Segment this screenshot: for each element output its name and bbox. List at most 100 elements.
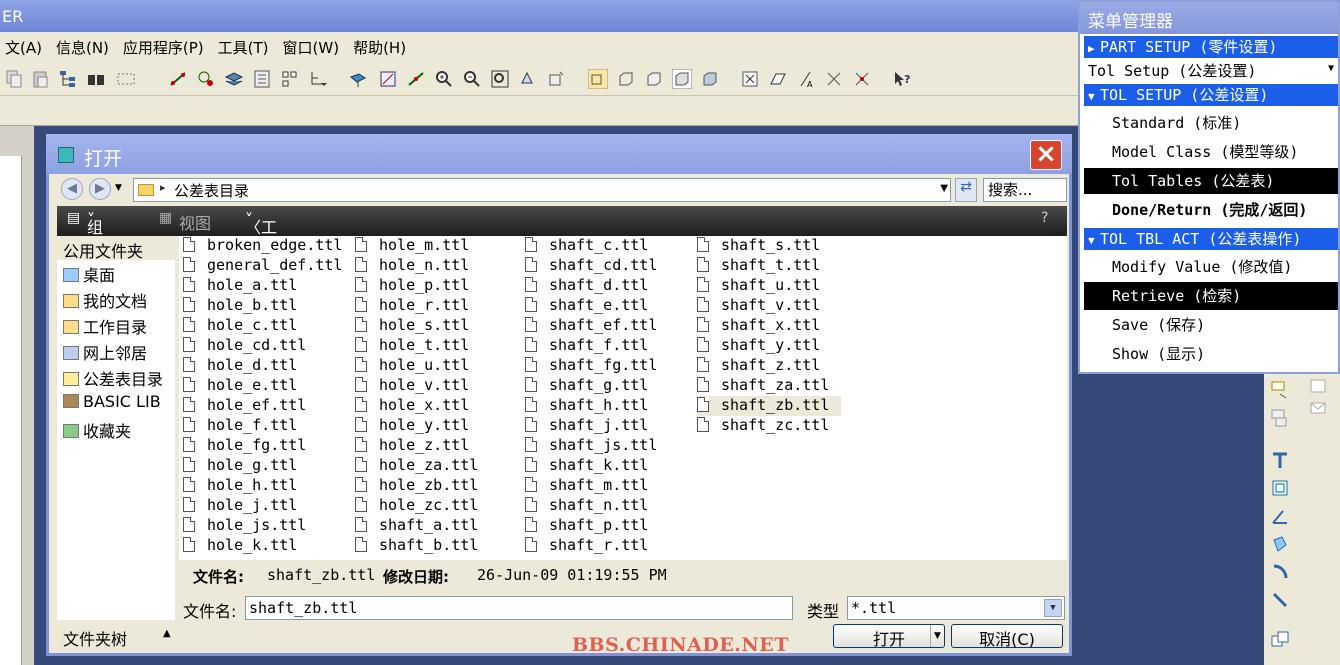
edge-icon[interactable]	[1270, 590, 1290, 610]
menu-info[interactable]: 信息(N)	[56, 37, 109, 58]
tol-tbl-act-header[interactable]: ▼ TOL TBL ACT (公差表操作)	[1084, 228, 1338, 250]
close-button[interactable]: ×	[1030, 140, 1062, 170]
menu-file[interactable]: 文(A)	[5, 37, 42, 58]
file-item[interactable]: hole_x.ttl	[355, 396, 519, 416]
wireframe-icon[interactable]	[587, 68, 609, 90]
datum-feature-icon[interactable]	[1270, 450, 1290, 470]
file-item[interactable]: hole_b.ttl	[183, 296, 349, 316]
address-dropdown-icon[interactable]: ▼	[940, 183, 948, 194]
file-item[interactable]: hole_za.ttl	[355, 456, 519, 476]
forward-button[interactable]: ▶	[89, 178, 111, 200]
file-item[interactable]: hole_k.ttl	[183, 536, 349, 556]
spin-icon[interactable]	[348, 69, 368, 89]
tools-button[interactable]: 〈工具〉工具 ˅	[245, 210, 277, 285]
menu-item-retrieve[interactable]: Retrieve (检索)	[1084, 282, 1338, 310]
menu-item-tol-tables[interactable]: Tol Tables (公差表)	[1084, 168, 1338, 194]
file-item[interactable]: shaft_r.ttl	[525, 536, 691, 556]
file-item[interactable]: shaft_s.ttl	[697, 236, 841, 256]
file-item[interactable]: shaft_d.ttl	[525, 276, 691, 296]
mail-icon[interactable]	[1308, 398, 1328, 418]
file-item[interactable]: hole_u.ttl	[355, 356, 519, 376]
file-item[interactable]: shaft_h.ttl	[525, 396, 691, 416]
hidden-line-icon[interactable]	[616, 69, 636, 89]
file-item[interactable]: hole_g.ttl	[183, 456, 349, 476]
datum-axis-icon[interactable]	[168, 69, 188, 89]
enhanced-shading-icon[interactable]	[700, 69, 720, 89]
file-item[interactable]: hole_h.ttl	[183, 476, 349, 496]
file-item[interactable]: shaft_c.ttl	[525, 236, 691, 256]
file-item[interactable]: shaft_j.ttl	[525, 416, 691, 436]
filename-input[interactable]: shaft_zb.ttl	[245, 596, 793, 620]
file-item[interactable]: shaft_m.ttl	[525, 476, 691, 496]
open-button[interactable]: 打开 ▼	[833, 624, 945, 649]
menu-item-done-return[interactable]: Done/Return (完成/返回)	[1084, 199, 1338, 221]
csys-icon[interactable]	[852, 69, 872, 89]
paste-icon[interactable]	[30, 69, 50, 89]
file-item[interactable]: shaft_ef.ttl	[525, 316, 691, 336]
select-box-icon[interactable]	[116, 69, 136, 89]
file-item[interactable]: hole_p.ttl	[355, 276, 519, 296]
zoom-in-icon[interactable]	[434, 69, 454, 89]
zoom-out-icon[interactable]	[462, 69, 482, 89]
menu-tools[interactable]: 工具(T)	[218, 37, 269, 58]
file-item[interactable]: shaft_zb.ttl	[697, 396, 841, 416]
menu-item-show[interactable]: Show (显示)	[1084, 343, 1338, 365]
folder-tree-toggle[interactable]: 文件夹树 ▲	[57, 622, 177, 649]
history-dropdown-icon[interactable]: ▼	[115, 183, 122, 193]
menu-window[interactable]: 窗口(W)	[283, 37, 340, 58]
file-item[interactable]: hole_f.ttl	[183, 416, 349, 436]
cylinder-icon[interactable]	[1270, 534, 1290, 554]
file-item[interactable]: hole_r.ttl	[355, 296, 519, 316]
part-setup-header[interactable]: ▶ PART SETUP (零件设置)	[1084, 36, 1338, 58]
file-item[interactable]: hole_a.ttl	[183, 276, 349, 296]
file-item[interactable]: hole_v.ttl	[355, 376, 519, 396]
angle-icon[interactable]	[1270, 506, 1290, 526]
view-button[interactable]: 视图	[179, 210, 211, 234]
arc-icon[interactable]	[1270, 562, 1290, 582]
pan-icon[interactable]	[406, 69, 426, 89]
no-hidden-icon[interactable]	[644, 69, 664, 89]
nav-favorites[interactable]: 收藏夹	[63, 418, 131, 441]
text-icon[interactable]	[1308, 376, 1328, 396]
file-item[interactable]: hole_e.ttl	[183, 376, 349, 396]
nav-desktop[interactable]: 桌面	[63, 262, 115, 285]
file-item[interactable]: shaft_k.ttl	[525, 456, 691, 476]
menu-applications[interactable]: 应用程序(P)	[123, 37, 204, 58]
menu-item-modify-value[interactable]: Modify Value (修改值)	[1084, 256, 1338, 278]
file-type-select[interactable]: *.ttl ▼	[847, 596, 1065, 620]
shading-icon[interactable]	[671, 68, 693, 90]
file-item[interactable]: shaft_e.ttl	[525, 296, 691, 316]
datum-points-icon[interactable]	[196, 69, 216, 89]
layers-icon[interactable]	[224, 69, 244, 89]
reorient-icon[interactable]	[378, 69, 398, 89]
file-item[interactable]: hole_cd.ttl	[183, 336, 349, 356]
file-item[interactable]: hole_s.ttl	[355, 316, 519, 336]
file-item[interactable]: shaft_n.ttl	[525, 496, 691, 516]
file-item[interactable]: shaft_y.ttl	[697, 336, 841, 356]
relations-icon[interactable]	[280, 69, 300, 89]
menu-item-save[interactable]: Save (保存)	[1084, 314, 1338, 336]
file-item[interactable]: shaft_js.ttl	[525, 436, 691, 456]
open-dropdown-icon[interactable]: ▼	[930, 625, 944, 647]
tree-icon[interactable]	[58, 69, 78, 89]
breadcrumb-arrow-icon[interactable]: ▸	[160, 181, 166, 194]
file-item[interactable]: shaft_v.ttl	[697, 296, 841, 316]
chevron-down-icon[interactable]: ▼	[1044, 599, 1062, 617]
search-input[interactable]: 搜索...	[983, 178, 1067, 202]
filter-icon[interactable]	[308, 69, 328, 89]
file-item[interactable]: hole_m.ttl	[355, 236, 519, 256]
datum-points-toggle-icon[interactable]	[824, 69, 844, 89]
frame-icon[interactable]	[1270, 478, 1290, 498]
nav-network[interactable]: 网上邻居	[63, 340, 147, 363]
file-item[interactable]: hole_n.ttl	[355, 256, 519, 276]
menu-item-standard[interactable]: Standard (标准)	[1084, 112, 1338, 134]
file-item[interactable]: shaft_p.ttl	[525, 516, 691, 536]
nav-tolerance-dir[interactable]: 公差表目录	[63, 366, 163, 389]
file-item[interactable]: hole_c.ttl	[183, 316, 349, 336]
note-icon[interactable]	[1270, 408, 1290, 428]
file-item[interactable]: shaft_t.ttl	[697, 256, 841, 276]
file-item[interactable]: hole_y.ttl	[355, 416, 519, 436]
nav-basic-lib[interactable]: BASIC LIB	[63, 392, 161, 414]
file-item[interactable]: hole_zc.ttl	[355, 496, 519, 516]
nav-working-dir[interactable]: 工作目录	[63, 314, 147, 337]
